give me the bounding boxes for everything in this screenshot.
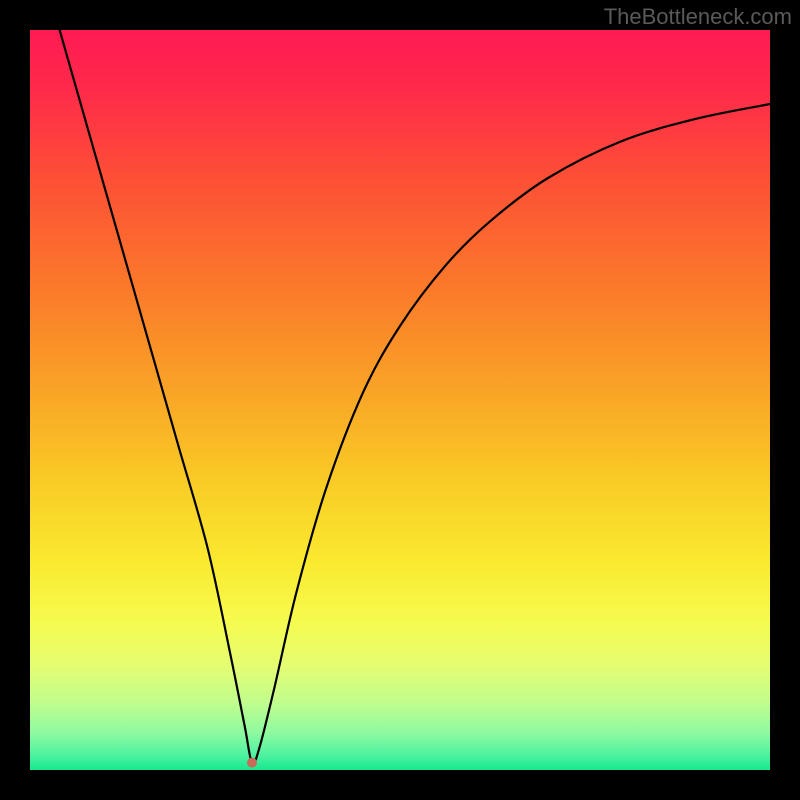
bottleneck-curve (60, 30, 770, 764)
plot-area (30, 30, 770, 770)
watermark-label: TheBottleneck.com (604, 4, 792, 30)
minimum-marker (247, 758, 257, 768)
curve-layer (30, 30, 770, 770)
chart-container: TheBottleneck.com (0, 0, 800, 800)
